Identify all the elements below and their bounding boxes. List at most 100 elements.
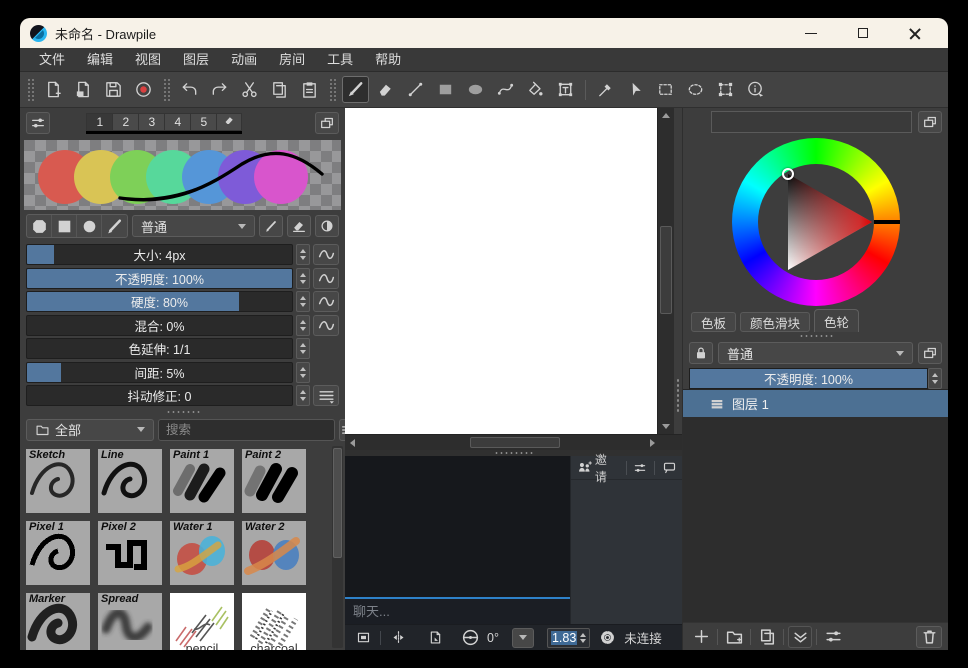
rotation-dropdown-button[interactable] [512, 628, 534, 648]
spacing-spinner[interactable] [296, 362, 310, 383]
add-group-button[interactable] [722, 626, 746, 648]
new-file-button[interactable] [40, 76, 67, 103]
scrollbar-thumb[interactable] [660, 226, 672, 314]
rectangle-tool[interactable] [432, 76, 459, 103]
stabilizer-slider[interactable]: 抖动修正: 0 [26, 385, 293, 406]
flood-fill-tool[interactable] [522, 76, 549, 103]
session-settings-button[interactable] [630, 458, 652, 478]
cut-button[interactable] [236, 76, 263, 103]
layer-dock-float-button[interactable] [918, 342, 942, 364]
brush-slot-1[interactable]: 1 [86, 113, 112, 131]
stabilizer-menu-button[interactable] [313, 385, 339, 406]
canvas-fit-icon[interactable] [353, 628, 373, 648]
invite-button[interactable]: 邀请 [573, 458, 623, 478]
duplicate-layer-button[interactable] [755, 626, 779, 648]
close-button[interactable] [906, 24, 924, 42]
view-settings-gear-icon[interactable] [597, 628, 617, 648]
open-file-button[interactable] [70, 76, 97, 103]
menu-animation[interactable]: 动画 [220, 48, 268, 71]
color-selector-handle[interactable] [782, 168, 794, 180]
opacity-slider[interactable]: 不透明度: 100% [26, 268, 293, 289]
copy-button[interactable] [266, 76, 293, 103]
eraser-mode-button[interactable] [287, 215, 311, 237]
line-tool[interactable] [402, 76, 429, 103]
brush-blend-mode-select[interactable]: 普通 [132, 215, 255, 237]
square-pixel-brush-button[interactable] [52, 215, 77, 237]
brush-slot-3[interactable]: 3 [138, 113, 164, 131]
mypaint-brush-button[interactable] [102, 215, 127, 237]
size-slider[interactable]: 大小: 4px [26, 244, 293, 265]
chat-log[interactable] [345, 456, 570, 624]
menu-layer[interactable]: 图层 [172, 48, 220, 71]
hardness-spinner[interactable] [296, 291, 310, 312]
color-dock-float-button[interactable] [918, 111, 942, 133]
brush-slot-eraser[interactable] [216, 113, 242, 131]
color-pickup-spinner[interactable] [296, 338, 310, 359]
preset-spread[interactable]: Spread [98, 593, 162, 651]
chat-input[interactable] [345, 599, 570, 624]
smudging-pressure-curve-button[interactable] [313, 315, 339, 336]
toolbar-grip[interactable] [163, 78, 170, 102]
draw-mode-button[interactable] [259, 215, 283, 237]
chat-dock-button[interactable] [658, 458, 680, 478]
bezier-curve-tool[interactable] [492, 76, 519, 103]
size-pressure-curve-button[interactable] [313, 244, 339, 265]
record-session-button[interactable] [130, 76, 157, 103]
tab-color-wheel[interactable]: 色轮 [814, 309, 859, 332]
preset-paint-1[interactable]: Paint 1 [170, 449, 234, 513]
color-pickup-slider[interactable]: 色延伸: 1/1 [26, 338, 293, 359]
menu-help[interactable]: 帮助 [364, 48, 412, 71]
rotation-dial-icon[interactable] [460, 628, 480, 648]
toolbar-grip[interactable] [329, 78, 336, 102]
maximize-button[interactable] [854, 24, 872, 42]
layer-row[interactable]: 图层 1 [683, 390, 948, 417]
stabilizer-spinner[interactable] [296, 385, 310, 406]
last-used-colors[interactable] [711, 111, 912, 133]
menu-session[interactable]: 房间 [268, 48, 316, 71]
transform-tool[interactable] [712, 76, 739, 103]
round-pixel-brush-button[interactable] [27, 215, 52, 237]
hardness-slider[interactable]: 硬度: 80% [26, 291, 293, 312]
color-wheel[interactable] [683, 136, 948, 308]
layer-lock-button[interactable] [689, 342, 713, 364]
smudging-spinner[interactable] [296, 315, 310, 336]
menu-view[interactable]: 视图 [124, 48, 172, 71]
soft-brush-button[interactable] [77, 215, 102, 237]
preset-line[interactable]: Line [98, 449, 162, 513]
preset-pixel-1[interactable]: Pixel 1 [26, 521, 90, 585]
preset-pencil[interactable]: pencil [170, 593, 234, 651]
toolbar-grip[interactable] [27, 78, 34, 102]
brush-slot-4[interactable]: 4 [164, 113, 190, 131]
canvas-horizontal-scrollbar[interactable] [345, 434, 682, 450]
layer-opacity-spinner[interactable] [928, 368, 942, 389]
brush-slot-2[interactable]: 2 [112, 113, 138, 131]
inspector-tool[interactable] [742, 76, 769, 103]
drawing-canvas[interactable] [345, 108, 657, 434]
preset-pixel-2[interactable]: Pixel 2 [98, 521, 162, 585]
preset-search-input[interactable] [158, 419, 335, 441]
tab-palette[interactable]: 色板 [691, 312, 736, 332]
preset-scrollbar[interactable] [332, 446, 343, 649]
add-layer-button[interactable] [689, 626, 713, 648]
opacity-spinner[interactable] [296, 268, 310, 289]
undo-button[interactable] [176, 76, 203, 103]
layer-opacity-slider[interactable]: 不透明度: 100% [689, 368, 928, 389]
menu-file[interactable]: 文件 [28, 48, 76, 71]
brush-dock-float-button[interactable] [315, 112, 339, 134]
mirror-flip-icon[interactable] [388, 628, 408, 648]
preset-category-select[interactable]: 全部 [26, 419, 154, 441]
preset-marker[interactable]: Marker [26, 593, 90, 651]
size-spinner[interactable] [296, 244, 310, 265]
dock-splitter[interactable] [20, 409, 345, 416]
merge-layer-button[interactable] [788, 626, 812, 648]
ellipse-tool[interactable] [462, 76, 489, 103]
save-button[interactable] [100, 76, 127, 103]
spacing-slider[interactable]: 间距: 5% [26, 362, 293, 383]
color-picker-tool[interactable] [592, 76, 619, 103]
scroll-right-arrow[interactable] [645, 435, 660, 450]
dock-splitter[interactable] [683, 332, 948, 339]
canvas-vertical-scrollbar[interactable] [657, 108, 674, 434]
preset-water-2[interactable]: Water 2 [242, 521, 306, 585]
annotation-tool[interactable] [552, 76, 579, 103]
freehand-brush-tool[interactable] [342, 76, 369, 103]
